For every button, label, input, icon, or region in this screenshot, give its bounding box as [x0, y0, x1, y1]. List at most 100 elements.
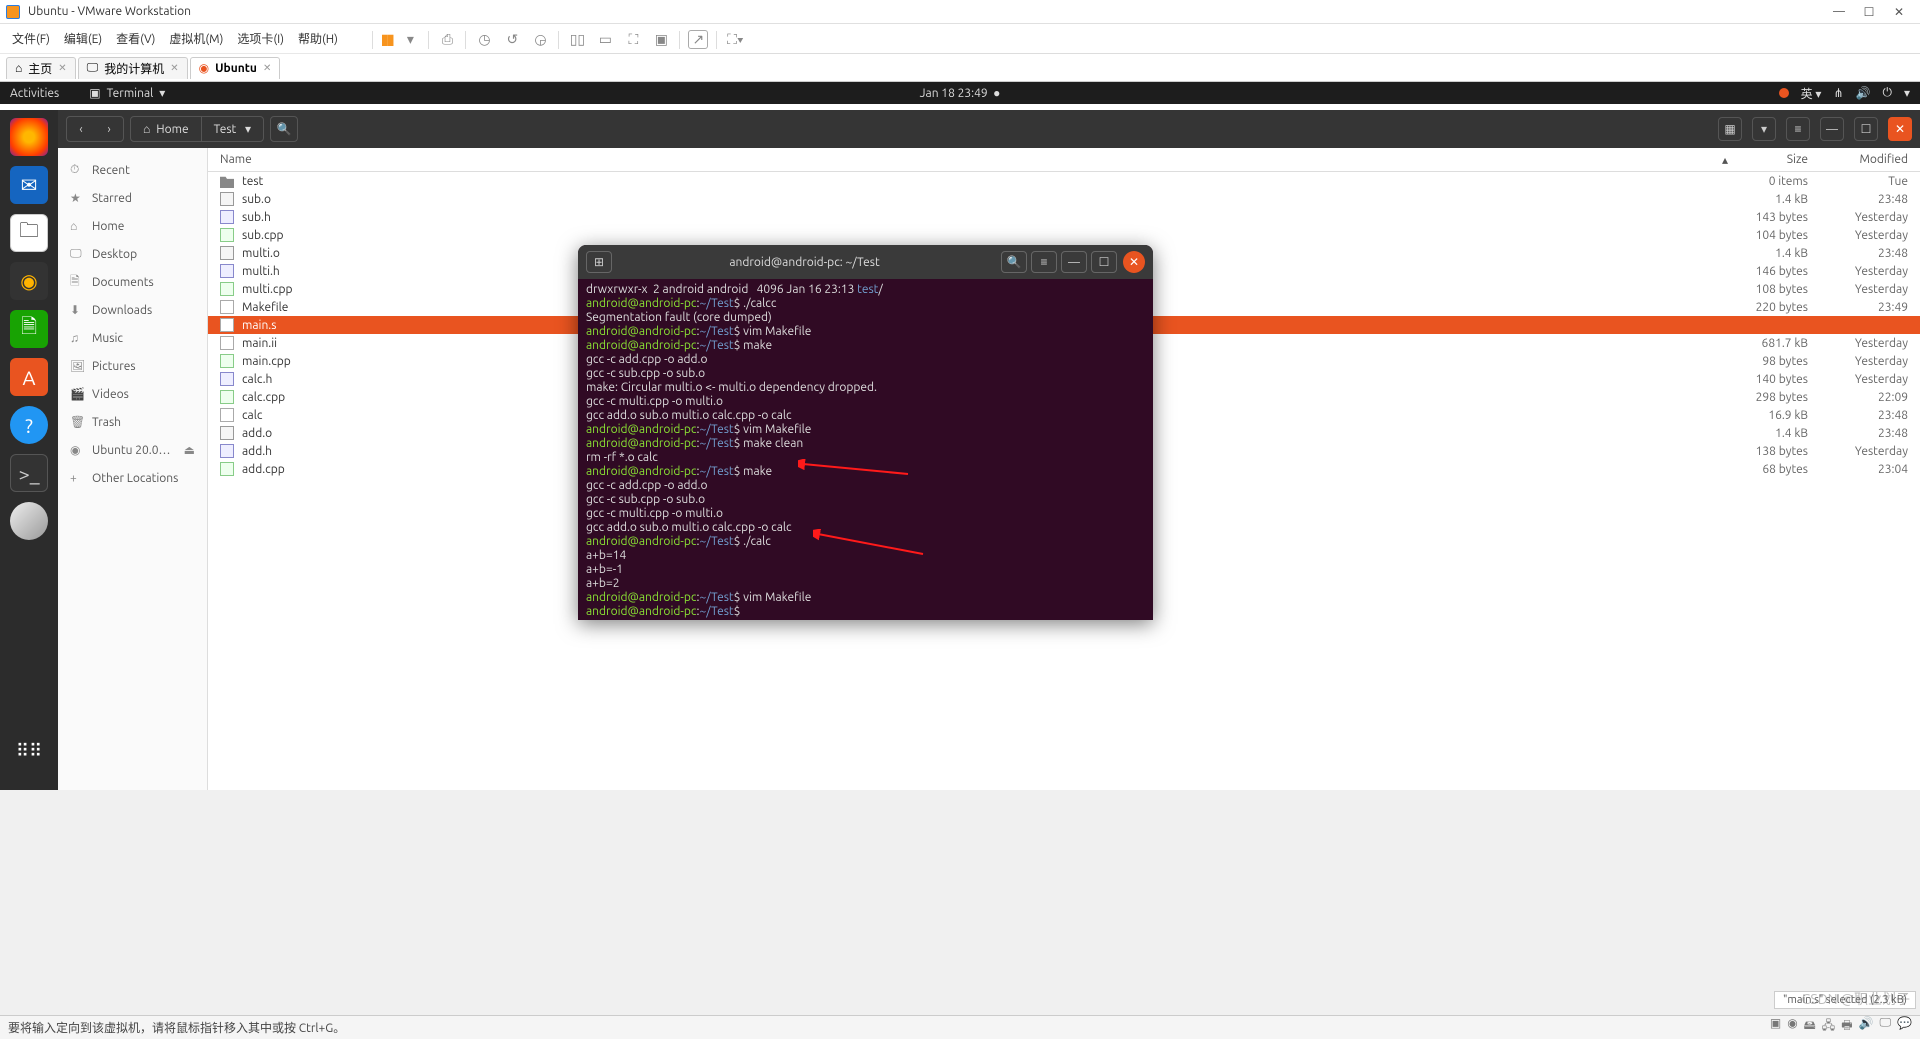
view-grid-button[interactable]: ▦	[1718, 117, 1742, 141]
minimize-button[interactable]: —	[1824, 5, 1854, 18]
notification-dot-icon[interactable]	[1779, 88, 1789, 98]
menu-edit[interactable]: 编辑(E)	[64, 30, 102, 47]
tab-label: 我的计算机	[104, 60, 164, 77]
file-row[interactable]: sub.o1.4 kB23:48	[208, 190, 1920, 208]
maximize-button[interactable]: ☐	[1091, 251, 1117, 273]
snapshot-icon[interactable]: ◷	[474, 31, 494, 48]
file-row[interactable]: sub.h143 bytesYesterday	[208, 208, 1920, 226]
menu-file[interactable]: 文件(F)	[12, 30, 50, 47]
sidebar-icon: ⏱	[70, 163, 84, 177]
sidebar-item[interactable]: ⌂Home	[58, 212, 207, 240]
lang-indicator[interactable]: 英 ▾	[1801, 85, 1822, 102]
volume-icon[interactable]: 🔊	[1856, 86, 1871, 100]
pause-icon[interactable]: ▮▮	[381, 31, 392, 48]
tab-ubuntu[interactable]: ◉ Ubuntu ✕	[190, 57, 281, 79]
layout1-icon[interactable]: ▯▯	[567, 31, 587, 48]
eject-icon[interactable]: ⏏	[184, 443, 195, 457]
app-grid-icon[interactable]: ⠿⠿	[10, 732, 48, 770]
menu-view[interactable]: 查看(V)	[116, 30, 155, 47]
col-modified[interactable]: Modified	[1828, 153, 1908, 166]
app-indicator[interactable]: ▣ Terminal ▾	[89, 86, 165, 100]
sidebar-item[interactable]: ◉Ubuntu 20.0…⏏	[58, 436, 207, 464]
sidebar-item[interactable]: 🗎Documents	[58, 268, 207, 296]
device-icon[interactable]: 🖴	[1804, 1016, 1816, 1037]
device-icon[interactable]: ▣	[1770, 1016, 1781, 1037]
terminal-body[interactable]: drwxrwxr-x 2 android android 4096 Jan 16…	[578, 279, 1153, 620]
close-button[interactable]: ✕	[1888, 117, 1912, 141]
view-dropdown[interactable]: ▾	[1752, 117, 1776, 141]
manage-icon[interactable]: ◶	[530, 31, 550, 48]
device-icon[interactable]: 🖵	[1879, 1016, 1891, 1037]
sidebar-item[interactable]: 🖼Pictures	[58, 352, 207, 380]
tab-home[interactable]: ⌂ 主页 ✕	[6, 57, 76, 79]
file-name: sub.cpp	[242, 229, 1728, 242]
layout4-icon[interactable]: ▣	[651, 31, 671, 48]
sidebar-item[interactable]: ⏱Recent	[58, 156, 207, 184]
maximize-button[interactable]: ☐	[1854, 117, 1878, 141]
sidebar-item[interactable]: ★Starred	[58, 184, 207, 212]
maximize-button[interactable]: ☐	[1854, 5, 1884, 19]
rhythmbox-icon[interactable]: ◉	[10, 262, 48, 300]
close-button[interactable]: ✕	[1123, 251, 1145, 273]
menu-tabs[interactable]: 选项卡(I)	[237, 30, 284, 47]
sidebar-item[interactable]: ⬇Downloads	[58, 296, 207, 324]
software-center-icon[interactable]: A	[10, 358, 48, 396]
firefox-icon[interactable]	[10, 118, 48, 156]
network-icon[interactable]: ⋔	[1833, 86, 1843, 100]
minimize-button[interactable]: —	[1061, 251, 1087, 273]
close-icon[interactable]: ✕	[170, 62, 178, 74]
sidebar-item[interactable]: 🖵Desktop	[58, 240, 207, 268]
sidebar-item[interactable]: 🎬Videos	[58, 380, 207, 408]
device-icon[interactable]: 🖶	[1841, 1016, 1852, 1037]
unity-icon[interactable]: ↗	[688, 30, 708, 49]
thunderbird-icon[interactable]: ✉	[10, 166, 48, 204]
file-modified: Yesterday	[1828, 283, 1908, 296]
sidebar-item[interactable]: +Other Locations	[58, 464, 207, 492]
back-button[interactable]: ‹	[67, 117, 95, 141]
hamburger-button[interactable]: ≡	[1786, 117, 1810, 141]
terminal-icon[interactable]: >_	[10, 454, 48, 492]
vmware-logo-icon	[6, 5, 20, 19]
send-ctrl-alt-del-icon[interactable]: ⎙	[437, 31, 457, 48]
forward-button[interactable]: ›	[95, 117, 123, 141]
device-icon[interactable]: 🖧	[1822, 1016, 1835, 1037]
device-icon[interactable]: 🔊	[1859, 1016, 1874, 1037]
message-icon[interactable]: 💬	[1897, 1016, 1912, 1037]
sidebar-item[interactable]: ♫Music	[58, 324, 207, 352]
close-icon[interactable]: ✕	[58, 62, 66, 74]
col-name[interactable]: Name	[220, 153, 1722, 166]
file-row[interactable]: sub.cpp104 bytesYesterday	[208, 226, 1920, 244]
revert-icon[interactable]: ↺	[502, 31, 522, 48]
libreoffice-writer-icon[interactable]: 🗎	[10, 310, 48, 348]
file-modified: Yesterday	[1828, 211, 1908, 224]
fullscreen-icon[interactable]: ⛶▾	[725, 31, 745, 48]
help-icon[interactable]: ?	[10, 406, 48, 444]
path-test[interactable]: Test ▾	[201, 117, 263, 141]
minimize-button[interactable]: —	[1820, 117, 1844, 141]
close-icon[interactable]: ✕	[263, 62, 271, 74]
clock[interactable]: Jan 18 23:49 ●	[920, 86, 1001, 100]
sidebar-label: Other Locations	[92, 472, 178, 485]
menu-vm[interactable]: 虚拟机(M)	[169, 30, 223, 47]
activities-button[interactable]: Activities	[10, 87, 59, 100]
power-icon[interactable]: ⏻	[1882, 86, 1892, 100]
search-button[interactable]: 🔍	[270, 116, 298, 142]
tab-mycomputer[interactable]: 🖵 我的计算机 ✕	[78, 57, 188, 79]
files-icon[interactable]: 🗀	[10, 214, 48, 252]
dropdown-icon[interactable]: ▾	[400, 31, 420, 48]
menu-help[interactable]: 帮助(H)	[298, 30, 338, 47]
file-row[interactable]: test0 itemsTue	[208, 172, 1920, 190]
device-icon[interactable]: ◉	[1787, 1016, 1797, 1037]
sidebar-item[interactable]: 🗑Trash	[58, 408, 207, 436]
nav-buttons: ‹ ›	[66, 116, 124, 142]
hamburger-button[interactable]: ≡	[1031, 251, 1057, 273]
close-button[interactable]: ✕	[1884, 5, 1914, 19]
col-size[interactable]: Size	[1728, 153, 1808, 166]
layout2-icon[interactable]: ▭	[595, 31, 615, 48]
search-button[interactable]: 🔍	[1001, 251, 1027, 273]
path-home[interactable]: ⌂Home	[131, 117, 201, 141]
layout3-icon[interactable]: ⛶	[623, 31, 643, 48]
new-tab-button[interactable]: ⊞	[586, 251, 612, 273]
file-icon	[220, 246, 234, 260]
disc-icon[interactable]	[10, 502, 48, 540]
